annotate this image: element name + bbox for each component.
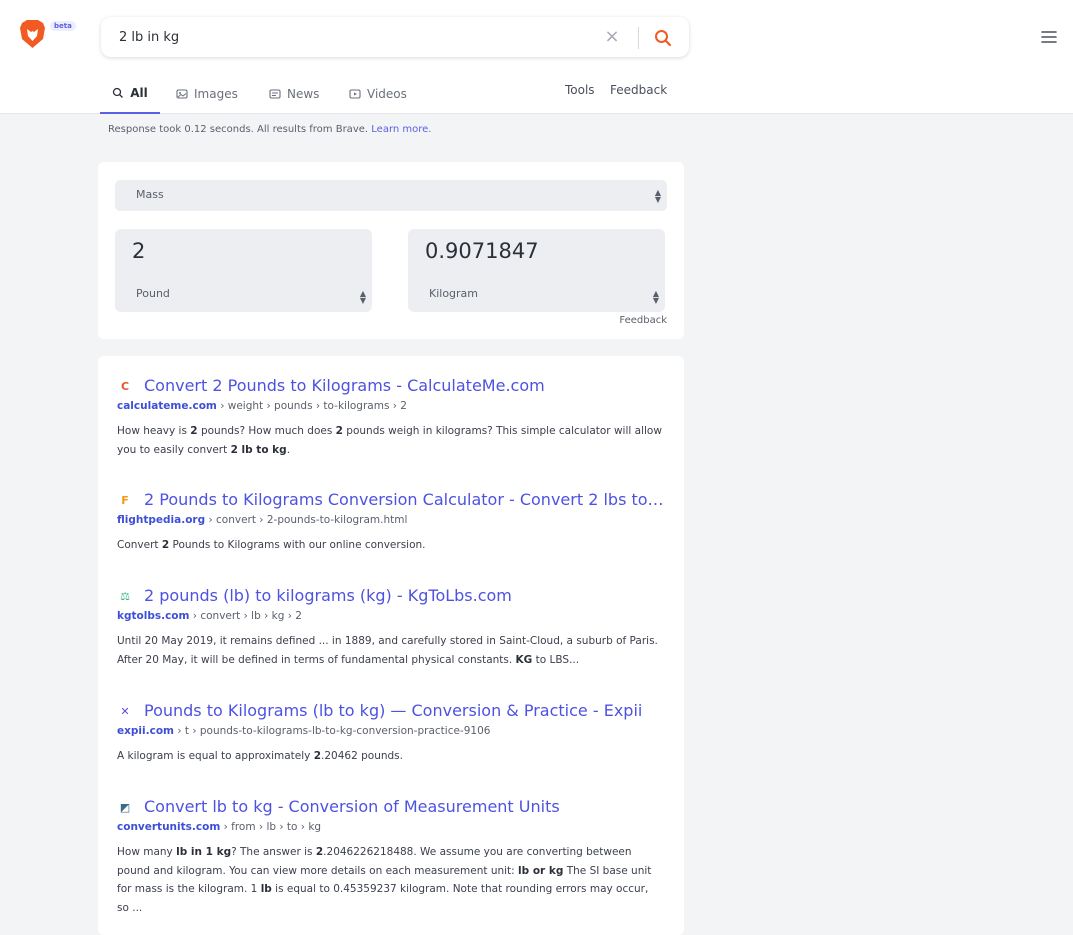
result-domain: calculateme.com xyxy=(117,400,217,412)
result-url[interactable]: convertunits.com › from › lb › to › kg xyxy=(117,821,321,833)
result-title-link[interactable]: Pounds to Kilograms (lb to kg) — Convers… xyxy=(144,701,664,720)
tab-videos[interactable]: Videos xyxy=(349,74,407,114)
tab-images[interactable]: Images xyxy=(176,74,238,114)
search-results: C Convert 2 Pounds to Kilograms - Calcula… xyxy=(98,356,684,935)
result-domain: expii.com xyxy=(117,725,174,737)
hamburger-menu-icon[interactable] xyxy=(1040,29,1058,45)
snippet-text: Pounds to Kilograms with our online conv… xyxy=(169,539,426,551)
unit-category-label: Mass xyxy=(136,188,164,201)
snippet-highlight: 2 xyxy=(313,750,322,762)
snippet-text: How heavy is xyxy=(117,425,191,437)
newspaper-icon xyxy=(269,89,281,99)
snippet-text: ? The answer is xyxy=(231,846,316,858)
result-url[interactable]: kgtolbs.com › convert › lb › kg › 2 xyxy=(117,610,302,622)
unit-converter: Mass ▲ ▼ 2 Pound ▲ ▼ 0.9071847 Kilogram ▲ ▼… xyxy=(98,162,684,339)
snippet-text: Convert xyxy=(117,539,162,551)
from-unit-select[interactable]: Pound xyxy=(136,287,170,300)
result-path: › weight › pounds › to-kilograms › 2 xyxy=(216,400,407,412)
snippet-highlight: KG xyxy=(515,653,533,666)
snippet-text: A kilogram is equal to approximately xyxy=(117,750,314,762)
result-snippet: How heavy is 2 pounds? How much does 2 p… xyxy=(117,422,663,459)
snippet-text: pounds? How much does xyxy=(197,425,336,437)
response-time-info: Response took 0.12 seconds. All results … xyxy=(108,124,431,135)
site-favicon-icon: ◩ xyxy=(119,801,131,814)
result-domain: flightpedia.org xyxy=(117,514,206,526)
converter-feedback-link[interactable]: Feedback xyxy=(619,315,667,326)
site-favicon-icon: C xyxy=(120,380,130,393)
select-arrows-icon: ▲ ▼ xyxy=(654,188,661,204)
result-title-link[interactable]: Convert 2 Pounds to Kilograms - Calculat… xyxy=(144,376,664,395)
result-url[interactable]: expii.com › t › pounds-to-kilograms-lb-t… xyxy=(117,725,490,737)
snippet-highlight: lb or kg xyxy=(518,864,564,877)
snippet-highlight: lb in 1 kg xyxy=(176,846,232,858)
snippet-text: How many xyxy=(117,846,177,858)
result-path: › convert › lb › kg › 2 xyxy=(189,610,302,622)
result-domain: kgtolbs.com xyxy=(117,610,190,622)
snippet-highlight: 2 lb to kg xyxy=(230,443,287,456)
result-title-link[interactable]: 2 pounds (lb) to kilograms (kg) - KgToLb… xyxy=(144,586,664,605)
unit-category-select[interactable]: Mass ▲ ▼ xyxy=(115,180,667,211)
tab-news[interactable]: News xyxy=(269,74,319,114)
search-input[interactable] xyxy=(119,25,589,49)
site-favicon-icon: ✕ xyxy=(120,705,130,718)
snippet-text: . xyxy=(286,443,291,456)
result-snippet: Until 20 May 2019, it remains defined ..… xyxy=(117,632,663,669)
search-divider xyxy=(638,27,639,49)
learn-more-link[interactable]: Learn more. xyxy=(371,124,431,135)
snippet-text: .20462 pounds. xyxy=(321,750,403,762)
tab-label: News xyxy=(287,87,320,101)
snippet-highlight: lb xyxy=(260,883,272,895)
to-unit-select[interactable]: Kilogram xyxy=(429,287,478,300)
search-icon xyxy=(113,87,124,98)
header: beta × All Images News Videos Tools Feed… xyxy=(0,0,1073,114)
result-snippet: How many lb in 1 kg? The answer is 2.204… xyxy=(117,843,663,917)
search-box xyxy=(101,17,689,57)
result-snippet: Convert 2 Pounds to Kilograms with our o… xyxy=(117,536,663,555)
brave-lion-logo-icon[interactable] xyxy=(19,19,46,49)
result-domain: convertunits.com xyxy=(117,821,221,833)
feedback-button[interactable]: Feedback xyxy=(610,83,667,97)
tab-label: Images xyxy=(194,87,238,101)
image-icon xyxy=(176,89,188,99)
tab-label: Videos xyxy=(367,87,407,101)
snippet-text: to LBS... xyxy=(532,653,580,666)
result-title-link[interactable]: 2 Pounds to Kilograms Conversion Calcula… xyxy=(144,490,664,509)
result-snippet: A kilogram is equal to approximately 2.2… xyxy=(117,747,663,766)
search-icon[interactable] xyxy=(653,28,673,48)
from-unit-box: 2 Pound ▲ ▼ xyxy=(115,229,372,312)
site-favicon-icon: ⚖ xyxy=(120,590,130,603)
result-url[interactable]: calculateme.com › weight › pounds › to-k… xyxy=(117,400,407,412)
beta-badge: beta xyxy=(50,21,76,31)
snippet-highlight: 2 xyxy=(335,425,343,437)
result-title-link[interactable]: Convert lb to kg - Conversion of Measure… xyxy=(144,797,664,816)
site-favicon-icon: F xyxy=(121,494,129,507)
result-path: › from › lb › to › kg xyxy=(220,821,322,833)
tab-label: All xyxy=(130,86,148,100)
from-value-input[interactable]: 2 xyxy=(132,239,145,263)
tab-all[interactable]: All xyxy=(100,74,160,114)
video-icon xyxy=(349,89,361,99)
to-value-input[interactable]: 0.9071847 xyxy=(425,239,539,263)
result-path: › convert › 2-pounds-to-kilogram.html xyxy=(205,514,408,526)
result-url[interactable]: flightpedia.org › convert › 2-pounds-to-… xyxy=(117,514,407,526)
select-arrows-icon: ▲ ▼ xyxy=(652,289,659,305)
response-text: Response took 0.12 seconds. All results … xyxy=(108,124,369,135)
snippet-highlight: 2 xyxy=(190,425,198,437)
close-icon[interactable]: × xyxy=(604,27,620,47)
result-path: › t › pounds-to-kilograms-lb-to-kg-conve… xyxy=(173,725,491,737)
select-arrows-icon: ▲ ▼ xyxy=(359,289,366,305)
to-unit-box: 0.9071847 Kilogram ▲ ▼ xyxy=(408,229,665,312)
tools-button[interactable]: Tools xyxy=(565,83,595,97)
